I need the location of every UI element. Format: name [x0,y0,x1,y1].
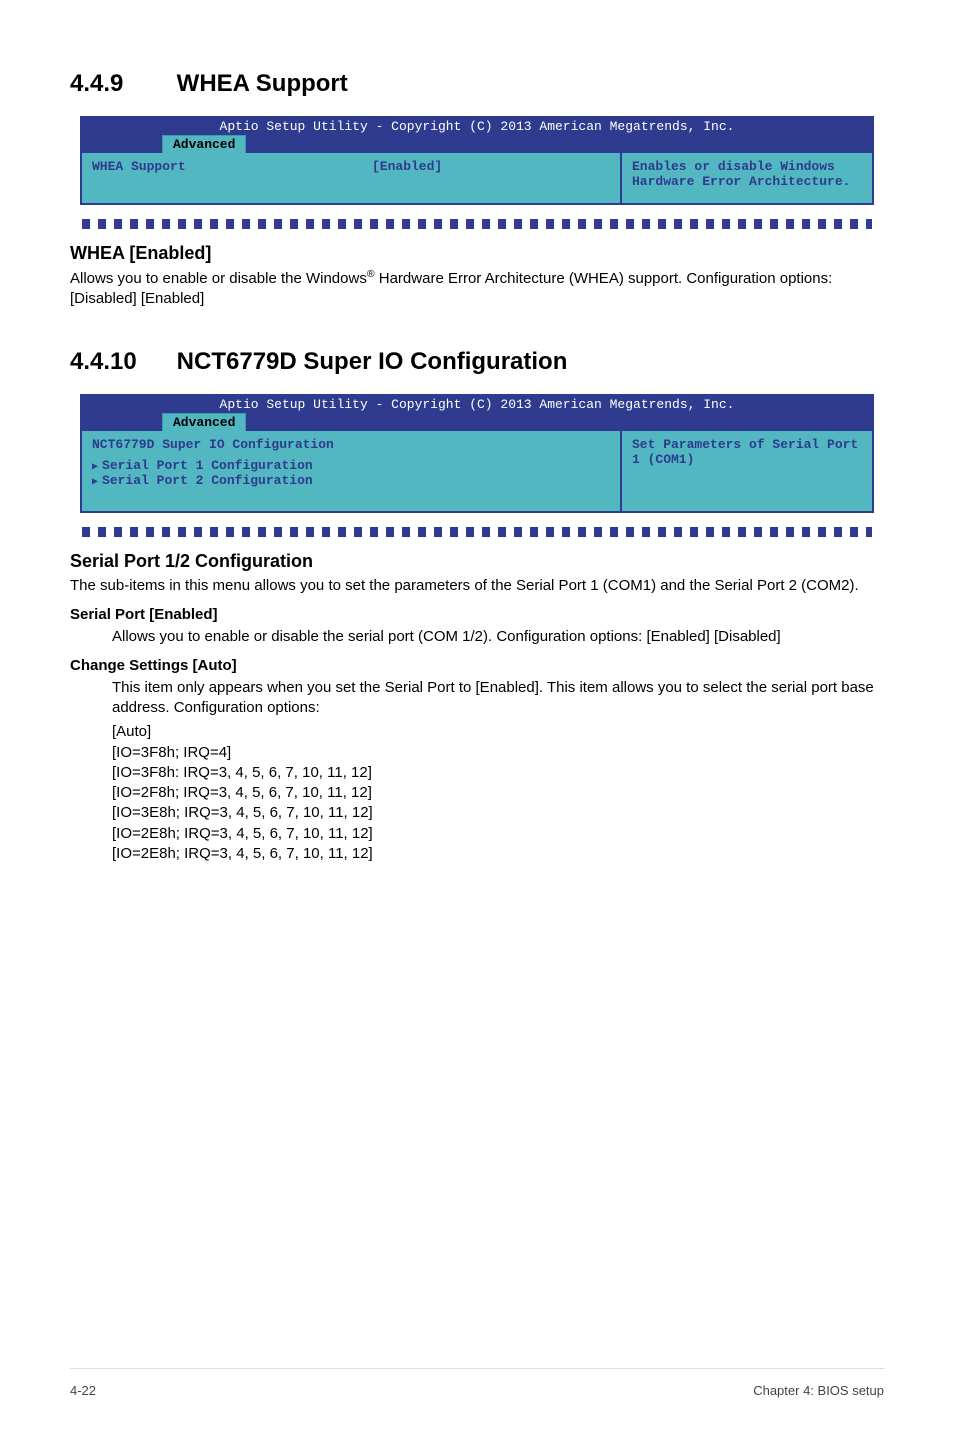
section-heading-449: 4.4.9 WHEA Support [70,70,884,98]
serial-config-heading: Serial Port 1/2 Configuration [70,551,884,572]
bios-item-value: [Enabled] [372,159,442,174]
whea-enabled-heading: WHEA [Enabled] [70,243,884,264]
whea-para-pre: Allows you to enable or disable the Wind… [70,270,367,287]
bios-copyright: Aptio Setup Utility - Copyright (C) 2013… [82,396,872,413]
config-option: [Auto] [112,722,884,742]
bios-screenshot-whea: Aptio Setup Utility - Copyright (C) 2013… [80,116,874,205]
chapter-label: Chapter 4: BIOS setup [753,1383,884,1398]
config-option: [IO=2E8h; IRQ=3, 4, 5, 6, 7, 10, 11, 12] [112,824,884,844]
page-footer: 4-22 Chapter 4: BIOS setup [70,1368,884,1398]
bios-tab-advanced: Advanced [162,135,246,153]
bios-tear-edge [82,527,872,537]
section-title: NCT6779D Super IO Configuration [177,348,568,375]
serial-config-paragraph: The sub-items in this menu allows you to… [70,576,884,596]
bios-submenu-serial2: Serial Port 2 Configuration [92,473,610,488]
bios-tab-row: Advanced [82,135,872,153]
bios-left-pane: WHEA Support [Enabled] [82,153,620,203]
whea-paragraph: Allows you to enable or disable the Wind… [70,268,884,308]
serial-port-body: Allows you to enable or disable the seri… [70,627,884,647]
section-title: WHEA Support [177,70,348,97]
bios-screenshot-superio: Aptio Setup Utility - Copyright (C) 2013… [80,394,874,513]
bios-submenu-serial1: Serial Port 1 Configuration [92,458,610,473]
bios-help-pane: Enables or disable Windows Hardware Erro… [620,153,872,203]
config-option: [IO=3E8h; IRQ=3, 4, 5, 6, 7, 10, 11, 12] [112,803,884,823]
bios-tab-row: Advanced [82,413,872,431]
config-option: [IO=2E8h; IRQ=3, 4, 5, 6, 7, 10, 11, 12] [112,844,884,864]
bios-item-label: WHEA Support [92,159,372,174]
config-option: [IO=3F8h; IRQ=4] [112,743,884,763]
config-option: [IO=2F8h; IRQ=3, 4, 5, 6, 7, 10, 11, 12] [112,783,884,803]
section-number: 4.4.9 [70,70,170,98]
change-settings-intro: This item only appears when you set the … [70,678,884,719]
bios-left-pane: NCT6779D Super IO Configuration Serial P… [82,431,620,511]
change-settings-heading: Change Settings [Auto] [70,657,884,674]
section-number: 4.4.10 [70,348,170,376]
bios-copyright: Aptio Setup Utility - Copyright (C) 2013… [82,118,872,135]
registered-symbol: ® [367,268,375,280]
bios-tab-advanced: Advanced [162,413,246,431]
bios-tear-edge [82,219,872,229]
bios-help-pane: Set Parameters of Serial Port 1 (COM1) [620,431,872,511]
page-number: 4-22 [70,1383,96,1398]
config-option: [IO=3F8h: IRQ=3, 4, 5, 6, 7, 10, 11, 12] [112,763,884,783]
serial-port-heading: Serial Port [Enabled] [70,606,884,623]
section-heading-4410: 4.4.10 NCT6779D Super IO Configuration [70,348,884,376]
bios-heading: NCT6779D Super IO Configuration [92,437,610,452]
